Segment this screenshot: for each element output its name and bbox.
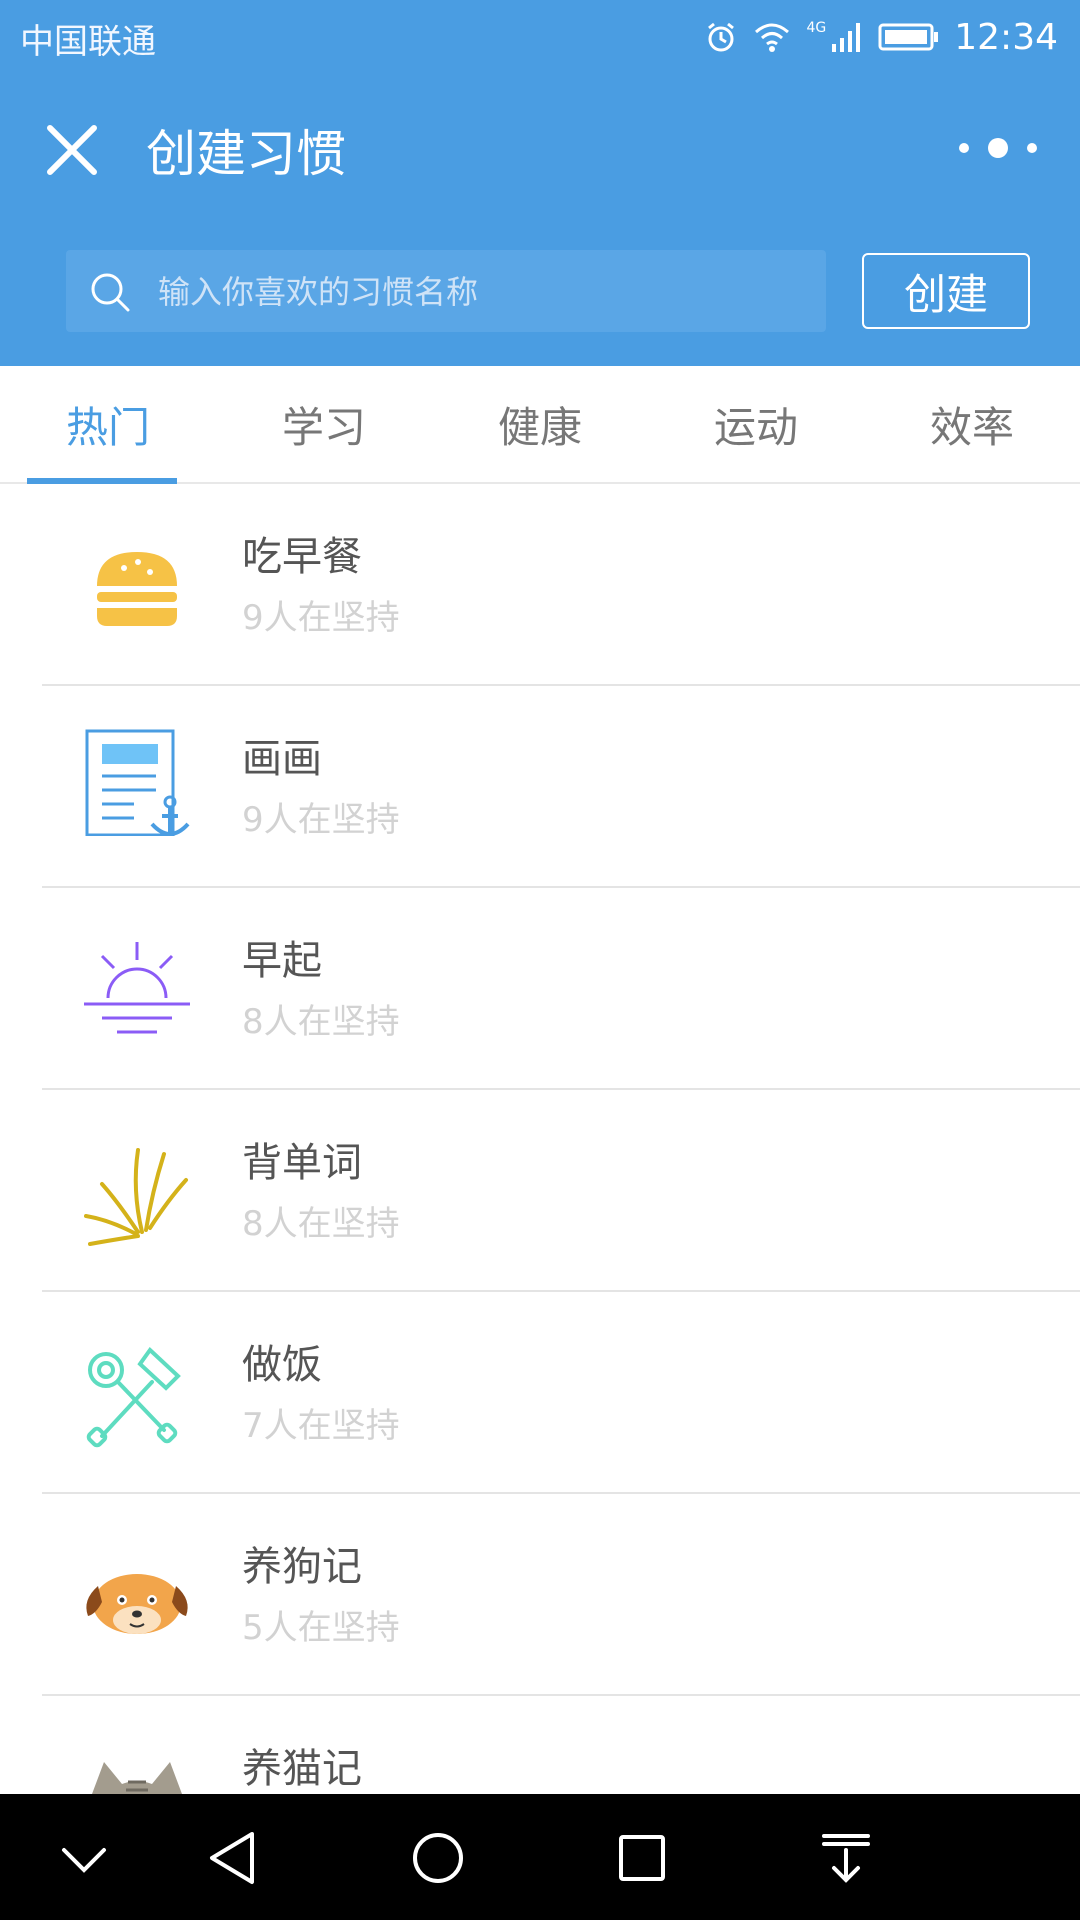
tab-study[interactable]: 学习 <box>216 366 432 482</box>
search-input[interactable] <box>156 250 810 334</box>
habit-name: 背单词 <box>242 1140 362 1186</box>
chevron-down-icon[interactable] <box>50 1824 118 1892</box>
category-tabs: 热门 学习 健康 运动 效率 <box>0 366 1080 484</box>
habit-list: 吃早餐 9人在坚持 画画 9人在坚持 早起 8人在坚持 背单词 8人在坚持 做饭… <box>0 484 1080 1896</box>
tab-sport[interactable]: 运动 <box>648 366 864 482</box>
tab-efficiency[interactable]: 效率 <box>864 366 1080 482</box>
habit-name: 做饭 <box>242 1342 322 1388</box>
header: 中国联通 4G 12:34 创建习惯 输入你喜欢的习惯名称 创建 <box>0 0 1080 366</box>
alarm-icon <box>708 22 735 52</box>
title-bar: 创建习惯 <box>0 100 1080 200</box>
status-bar: 中国联通 4G 12:34 <box>0 0 1080 74</box>
habit-count: 9人在坚持 <box>242 598 400 638</box>
status-icons: 4G 12:34 <box>704 12 1058 62</box>
recents-icon[interactable] <box>608 1824 676 1892</box>
clock: 12:34 <box>954 16 1058 58</box>
more-icon[interactable] <box>950 130 1046 166</box>
dog-face-icon <box>86 1574 188 1634</box>
burger-icon <box>97 552 177 626</box>
spark-lines-icon <box>84 1148 188 1246</box>
habit-name: 画画 <box>242 736 322 782</box>
tab-health[interactable]: 健康 <box>432 366 648 482</box>
habit-name: 养猫记 <box>242 1746 362 1792</box>
carrier-name: 中国联通 <box>20 22 156 62</box>
habit-count: 8人在坚持 <box>242 1204 400 1244</box>
habit-count: 5人在坚持 <box>242 1608 400 1648</box>
habit-count: 8人在坚持 <box>242 1002 400 1042</box>
list-item[interactable]: 画画 9人在坚持 <box>42 686 1080 888</box>
wifi-icon <box>755 23 790 52</box>
notification-pull-icon[interactable] <box>812 1824 880 1892</box>
list-item[interactable]: 吃早餐 9人在坚持 <box>42 484 1080 686</box>
search-box[interactable] <box>66 250 826 334</box>
signal-icon <box>832 23 861 52</box>
system-nav-bar <box>0 1794 1080 1920</box>
tab-hot[interactable]: 热门 <box>0 366 216 482</box>
page-title: 创建习惯 <box>146 125 346 183</box>
list-item[interactable]: 做饭 7人在坚持 <box>42 1292 1080 1494</box>
battery-icon <box>878 23 939 51</box>
habit-name: 早起 <box>242 938 322 984</box>
close-icon[interactable] <box>40 118 104 182</box>
document-anchor-icon <box>85 729 190 836</box>
habit-name: 养狗记 <box>242 1544 362 1590</box>
home-icon[interactable] <box>404 1824 472 1892</box>
back-icon[interactable] <box>200 1824 268 1892</box>
search-icon <box>91 273 130 312</box>
habit-count: 9人在坚持 <box>242 800 400 840</box>
network-type: 4G <box>806 20 827 36</box>
habit-count: 7人在坚持 <box>242 1406 400 1446</box>
list-item[interactable]: 养狗记 5人在坚持 <box>42 1494 1080 1696</box>
kitchen-utensils-icon <box>86 1346 181 1448</box>
sunrise-icon <box>84 942 190 1034</box>
habit-name: 吃早餐 <box>242 534 362 580</box>
list-item[interactable]: 背单词 8人在坚持 <box>42 1090 1080 1292</box>
create-button[interactable]: 创建 <box>862 253 1030 329</box>
list-item[interactable]: 早起 8人在坚持 <box>42 888 1080 1090</box>
